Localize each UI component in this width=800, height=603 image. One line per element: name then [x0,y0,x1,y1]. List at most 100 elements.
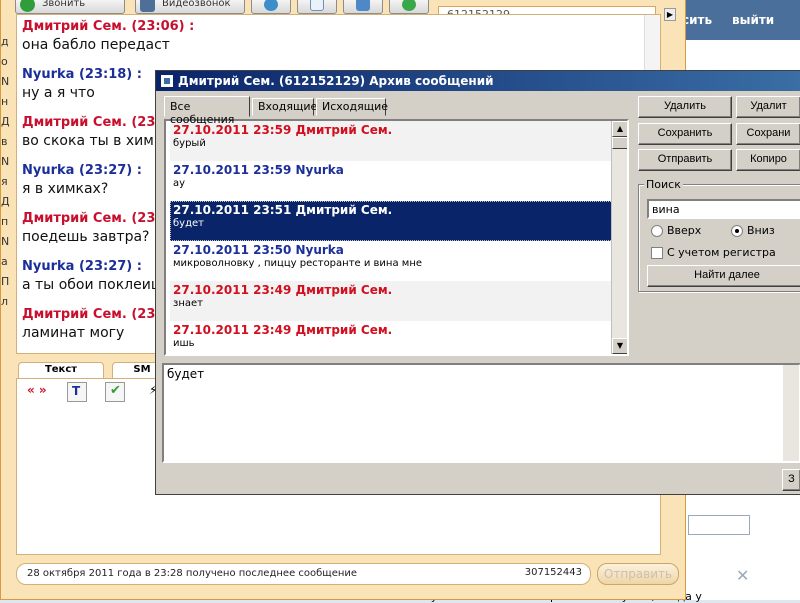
chat-message: Nyurka (23:27) : я в химках? [22,163,142,197]
tab-all-messages[interactable]: Все сообщения [164,96,250,126]
message-author: Nyurka (23:27) : [22,163,142,178]
left-edge-char: н [1,95,9,108]
left-edge-column: д о N н Д в N я Д п N а П л [1,35,13,315]
close-icon[interactable]: ✕ [736,566,749,585]
find-next-button[interactable]: Найти далее [647,265,800,287]
chat-message: Дмитрий Сем. (23:06) : она бабло передас… [22,19,194,53]
background-input[interactable] [688,515,750,535]
radio-down[interactable] [731,225,743,237]
radio-down-label: Вниз [747,224,775,237]
list-item-body: микроволновку , пиццу ресторанте и вина … [173,258,423,269]
case-sensitive-checkbox[interactable] [651,247,663,259]
delete-button[interactable]: Удалить [638,96,732,118]
list-item-header: 27.10.2011 23:50 Nyurka [173,243,344,257]
send-button[interactable]: Отправить [638,149,732,171]
left-edge-char: а [1,255,8,268]
scroll-down-icon[interactable]: ▼ [612,338,627,354]
message-text: ну а я что [22,85,95,101]
list-item-body: будет [173,218,204,229]
list-item-header: 27.10.2011 23:59 Дмитрий Сем. [173,123,393,137]
left-edge-char: о [1,55,8,68]
chat-message: Nyurka (23:18) : ну а я что [22,67,142,101]
list-item-selected[interactable]: 27.10.2011 23:51 Дмитрий Сем. будет [170,201,613,241]
video-call-label: Видеозвонок [162,0,231,9]
close-archive-button[interactable]: З [782,469,800,491]
webcam-icon [140,0,155,12]
delete-all-button[interactable]: Удалит [736,96,800,118]
message-text: она бабло передаст [22,37,170,53]
nav-link-partial[interactable]: сить [682,13,712,27]
contacts-button[interactable] [343,0,383,14]
list-item[interactable]: 27.10.2011 23:49 Дмитрий Сем. ишь [170,321,613,354]
last-message-status: 28 октября 2011 года в 23:28 получено по… [27,568,358,579]
font-icon[interactable]: T [67,382,87,402]
search-legend: Поиск [644,178,683,191]
left-edge-char: п [1,215,9,228]
check-icon [20,0,35,12]
chat-bubble-icon [402,0,416,11]
save-all-button[interactable]: Сохрани [736,123,800,145]
message-author: Nyurka (23:27) : [22,259,142,274]
tab-text[interactable]: Текст [18,362,104,378]
list-item-body: ишь [173,338,195,349]
arrow-right-icon[interactable]: ▶ [664,8,676,21]
list-item-header: 27.10.2011 23:49 Дмитрий Сем. [173,323,393,337]
case-sensitive-label: С учетом регистра [667,246,776,259]
list-item-body: знает [173,298,203,309]
call-label: Звонить [42,0,86,9]
left-edge-char: д [1,35,9,48]
list-item-body: ау [173,178,186,189]
archive-title: Дмитрий Сем. (612152129) Архив сообщений [178,74,494,88]
list-item[interactable]: 27.10.2011 23:49 Дмитрий Сем. знает [170,281,613,321]
contacts-icon [356,0,370,11]
message-author: Дмитрий Сем. (23:06) : [22,19,195,34]
globe-icon [264,0,278,11]
left-edge-char: я [1,175,8,188]
archive-title-bar[interactable]: Дмитрий Сем. (612152129) Архив сообщений [156,71,800,91]
globe-button[interactable] [251,0,291,14]
message-text: а ты обои поклеиш [22,277,164,293]
left-edge-char: N [1,235,10,248]
list-item-header: 27.10.2011 23:49 Дмитрий Сем. [173,283,393,297]
list-item[interactable]: 27.10.2011 23:59 Nyurka ау [170,161,613,201]
message-author: Nyurka (23:18) : [22,67,142,82]
nav-logout-link[interactable]: выйти [732,13,774,27]
preview-scrollbar[interactable] [783,365,799,461]
search-input[interactable]: вина [647,199,800,219]
chat-bubble-button[interactable] [389,0,429,14]
left-edge-char: N [1,155,10,168]
status-bar: 28 октября 2011 года в 23:28 получено по… [16,563,591,585]
left-edge-char: Д [1,115,10,128]
send-button[interactable]: Отправить [597,563,679,585]
notes-button[interactable] [297,0,337,14]
left-edge-char: П [1,275,10,288]
video-call-button[interactable]: Видеозвонок [135,0,245,14]
list-item-header: 27.10.2011 23:59 Nyurka [173,163,344,177]
tab-incoming[interactable]: Входящие [252,98,317,116]
radio-up-label: Вверх [667,224,702,237]
spellcheck-icon[interactable]: ✔ [105,382,125,402]
notes-icon [310,0,324,11]
list-item-body: бурый [173,138,206,149]
radio-up[interactable] [651,225,663,237]
list-item[interactable]: 27.10.2011 23:59 Дмитрий Сем. бурый [170,121,613,161]
call-button[interactable]: Звонить [15,0,125,14]
message-text: я в химках? [22,181,109,197]
message-list: 27.10.2011 23:59 Дмитрий Сем. бурый 27.1… [164,119,629,356]
copy-button[interactable]: Копиро [736,149,800,171]
tab-outgoing[interactable]: Исходящие [316,98,388,116]
list-item[interactable]: 27.10.2011 23:50 Nyurka микроволновку , … [170,241,613,281]
chat-toolbar: Звонить Видеозвонок [15,0,429,14]
quotes-button[interactable]: « » [27,383,47,403]
list-item-header: 27.10.2011 23:51 Дмитрий Сем. [173,203,393,217]
message-preview[interactable]: будет [162,363,800,463]
save-button[interactable]: Сохранить [638,123,732,145]
scroll-up-icon[interactable]: ▲ [612,121,627,137]
left-edge-char: в [1,135,8,148]
search-group: Поиск вина Вверх Вниз С учетом регистра … [638,178,800,292]
scroll-thumb[interactable] [612,137,627,149]
message-archive-dialog: Дмитрий Сем. (612152129) Архив сообщений… [155,70,800,495]
left-edge-char: Д [1,195,10,208]
chat-message: Nyurka (23:27) : а ты обои поклеиш [22,259,164,293]
list-scrollbar[interactable]: ▲ ▼ [611,121,627,354]
